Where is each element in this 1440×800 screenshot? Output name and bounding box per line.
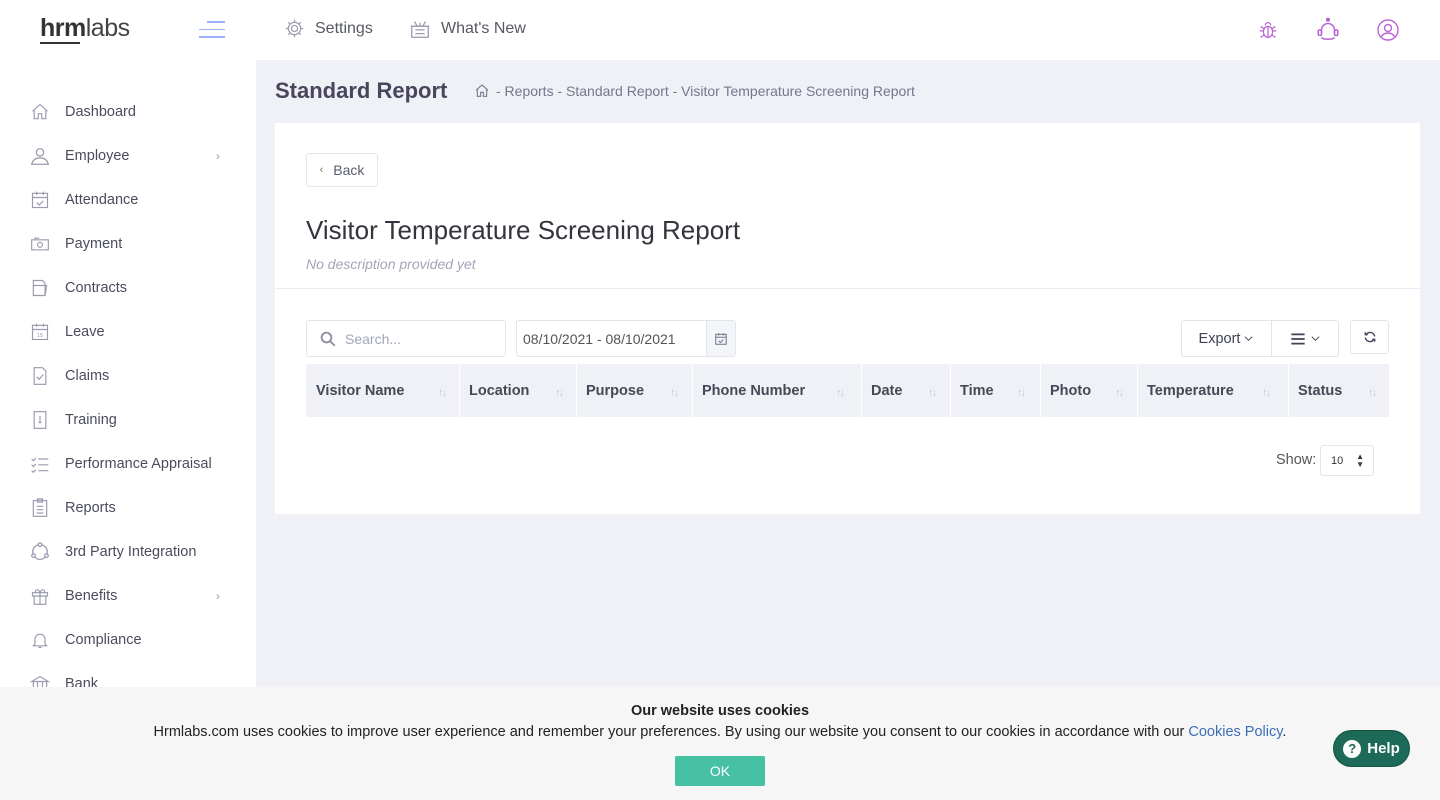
integration-icon: [29, 541, 51, 563]
page-title: Standard Report: [275, 78, 448, 103]
sort-icon: ↑↓: [836, 387, 845, 399]
column-header-date[interactable]: Date ↑↓: [871, 364, 937, 417]
column-header-time[interactable]: Time ↑↓: [960, 364, 1026, 417]
sort-icon: ↑↓: [1262, 387, 1271, 399]
show-label: Show:: [1276, 452, 1317, 468]
date-range-value[interactable]: 08/10/2021 - 08/10/2021: [517, 331, 706, 347]
sort-icon: ↑↓: [438, 387, 447, 399]
cookie-ok-button[interactable]: OK: [675, 756, 765, 786]
bell-icon: [29, 629, 51, 651]
sidebar-item-contracts[interactable]: Contracts: [0, 266, 256, 310]
sidebar-item-training[interactable]: Training: [0, 398, 256, 442]
sidebar-item-payment[interactable]: Payment: [0, 222, 256, 266]
page-size-select[interactable]: 10 ▲ ▼: [1320, 445, 1374, 476]
document-check-icon: [29, 365, 51, 387]
cookies-policy-link[interactable]: Cookies Policy: [1188, 724, 1282, 740]
home-icon: [29, 101, 51, 123]
report-card: ‹ Back Visitor Temperature Screening Rep…: [275, 123, 1420, 514]
report-description: No description provided yet: [306, 256, 476, 272]
top-bar: hrmlabs Settings What's New: [0, 0, 1440, 60]
refresh-icon: [1364, 331, 1375, 343]
sidebar-item-employee[interactable]: Employee ›: [0, 134, 256, 178]
gear-icon: [285, 19, 304, 38]
calendar-check-icon: [29, 189, 51, 211]
search-box: [306, 320, 506, 357]
training-icon: [29, 409, 51, 431]
gift-box-icon: [410, 21, 430, 38]
cookie-banner: Our website uses cookies Hrmlabs.com use…: [0, 687, 1440, 800]
money-icon: [29, 233, 51, 255]
table-actions: Export: [1181, 320, 1339, 357]
list-icon: [1290, 332, 1305, 345]
calendar-check-icon[interactable]: [706, 321, 735, 356]
folder-icon: [29, 277, 51, 299]
gift-icon: [29, 585, 51, 607]
sort-icon: ↑↓: [555, 387, 564, 399]
cookie-title: Our website uses cookies: [630, 703, 810, 719]
settings-link[interactable]: Settings: [284, 18, 373, 39]
back-button[interactable]: ‹ Back: [306, 153, 378, 187]
search-input[interactable]: [345, 330, 485, 347]
column-header-phone-number[interactable]: Phone Number ↑↓: [702, 364, 845, 417]
chevron-down-icon: [1311, 336, 1319, 341]
column-header-purpose[interactable]: Purpose ↑↓: [586, 364, 679, 417]
column-header-temperature[interactable]: Temperature ↑↓: [1147, 364, 1271, 417]
chevron-down-icon: [1244, 336, 1253, 341]
breadcrumb: - Reports - Standard Report - Visitor Te…: [474, 83, 915, 99]
cookie-text: Hrmlabs.com uses cookies to improve user…: [153, 724, 1287, 740]
calendar-icon: 15: [29, 321, 51, 343]
divider: [275, 288, 1420, 289]
sort-icon: ↑↓: [1368, 387, 1377, 399]
chevron-right-icon: ›: [216, 589, 220, 603]
sidebar-item-leave[interactable]: 15 Leave: [0, 310, 256, 354]
checklist-icon: [29, 453, 51, 475]
sidebar-item-claims[interactable]: Claims: [0, 354, 256, 398]
sidebar-item-performance-appraisal[interactable]: Performance Appraisal: [0, 442, 256, 486]
chevron-left-icon: ‹: [319, 164, 324, 176]
sort-icon: ↑↓: [928, 387, 937, 399]
table-header: Visitor Name ↑↓ Location ↑↓ Purpose ↑↓ Phon…: [306, 364, 1389, 417]
sidebar-item-reports[interactable]: Reports: [0, 486, 256, 530]
sidebar-item-dashboard[interactable]: Dashboard: [0, 90, 256, 134]
question-icon: ?: [1343, 739, 1362, 758]
settings-label: Settings: [315, 19, 373, 37]
chevron-right-icon: ›: [216, 149, 220, 163]
sidebar-item-attendance[interactable]: Attendance: [0, 178, 256, 222]
bug-report-icon[interactable]: [1252, 14, 1284, 46]
whats-new-label: What's New: [441, 20, 526, 37]
sidebar-item-compliance[interactable]: Compliance: [0, 618, 256, 662]
refresh-button[interactable]: [1350, 320, 1389, 354]
support-agent-icon[interactable]: [1312, 14, 1344, 46]
column-header-visitor-name[interactable]: Visitor Name ↑↓: [316, 364, 447, 417]
column-header-photo[interactable]: Photo ↑↓: [1050, 364, 1124, 417]
column-header-status[interactable]: Status ↑↓: [1298, 364, 1377, 417]
sort-icon: ↑↓: [1115, 387, 1124, 399]
user-icon: [29, 145, 51, 167]
sort-icon: ↑↓: [670, 387, 679, 399]
column-header-location[interactable]: Location ↑↓: [469, 364, 564, 417]
whats-new-link[interactable]: What's New: [409, 18, 526, 40]
logo[interactable]: hrmlabs: [40, 14, 130, 43]
breadcrumb-path[interactable]: - Reports - Standard Report - Visitor Te…: [496, 83, 915, 99]
home-icon[interactable]: [474, 83, 490, 99]
clipboard-icon: [29, 497, 51, 519]
menu-toggle-icon[interactable]: [199, 21, 227, 39]
sidebar-item-benefits[interactable]: Benefits ›: [0, 574, 256, 618]
sort-icon: ↑↓: [1017, 387, 1026, 399]
column-toggle-button[interactable]: [1272, 321, 1338, 356]
svg-text:15: 15: [37, 333, 43, 339]
export-button[interactable]: Export: [1182, 321, 1272, 356]
user-profile-icon[interactable]: [1372, 14, 1404, 46]
report-title: Visitor Temperature Screening Report: [306, 215, 741, 245]
help-button[interactable]: ? Help: [1333, 730, 1410, 767]
sidebar-item-3rd-party-integration[interactable]: 3rd Party Integration: [0, 530, 256, 574]
sort-arrows-icon: ▲ ▼: [1356, 452, 1364, 469]
search-icon: [320, 331, 336, 346]
date-range-picker[interactable]: 08/10/2021 - 08/10/2021: [516, 320, 736, 357]
logo-underline: [40, 42, 80, 44]
